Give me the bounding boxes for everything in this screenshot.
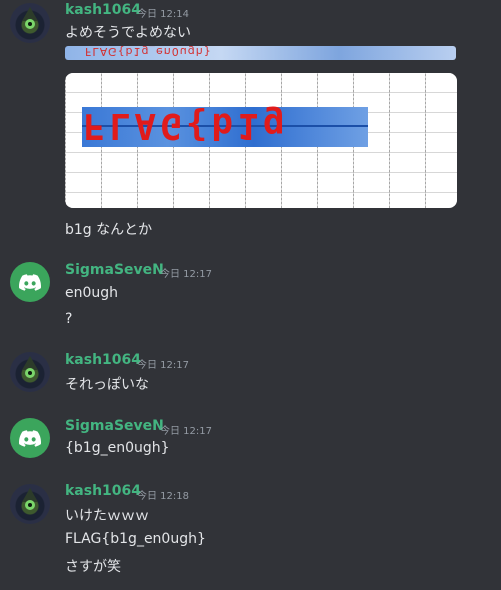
message-text: いけたｗｗｗ <box>65 508 149 524</box>
strip-flag-text: FLAG{b1g_en0ugh} <box>85 46 212 58</box>
author-name[interactable]: kash1064 <box>65 2 141 18</box>
author-name[interactable]: SigmaSeveN <box>65 262 164 278</box>
author-name[interactable]: SigmaSeveN <box>65 418 164 434</box>
message-text: {b1g_en0ugh} <box>65 440 170 456</box>
attachment-image-strip[interactable]: FLAG{b1g_en0ugh} <box>65 46 456 60</box>
timestamp: 今日 12:18 <box>137 491 189 502</box>
message-text: en0ugh <box>65 285 119 301</box>
timestamp: 今日 12:14 <box>137 9 189 20</box>
message-text: さすが笑 <box>65 559 121 575</box>
message-text: FLAG{b1g_en0ugh} <box>65 531 206 547</box>
timestamp: 今日 12:17 <box>137 360 189 371</box>
discord-logo-icon[interactable] <box>10 262 50 302</box>
discord-logo-icon[interactable] <box>10 418 50 458</box>
user-avatar-icon[interactable] <box>10 352 50 392</box>
message-text: よめそうでよめない <box>65 25 191 41</box>
timestamp: 今日 12:17 <box>160 426 212 437</box>
author-name[interactable]: kash1064 <box>65 483 141 499</box>
timestamp: 今日 12:17 <box>160 269 212 280</box>
message-text: b1g なんとか <box>65 222 153 238</box>
message-text: それっぽいな <box>65 377 149 393</box>
flag-image-text: FLAG{b1g <box>83 105 289 146</box>
attachment-image[interactable]: FLAG{b1g <box>65 73 457 208</box>
user-avatar-icon[interactable] <box>10 3 50 43</box>
author-name[interactable]: kash1064 <box>65 352 141 368</box>
message-text: ? <box>65 311 73 327</box>
user-avatar-icon[interactable] <box>10 484 50 524</box>
